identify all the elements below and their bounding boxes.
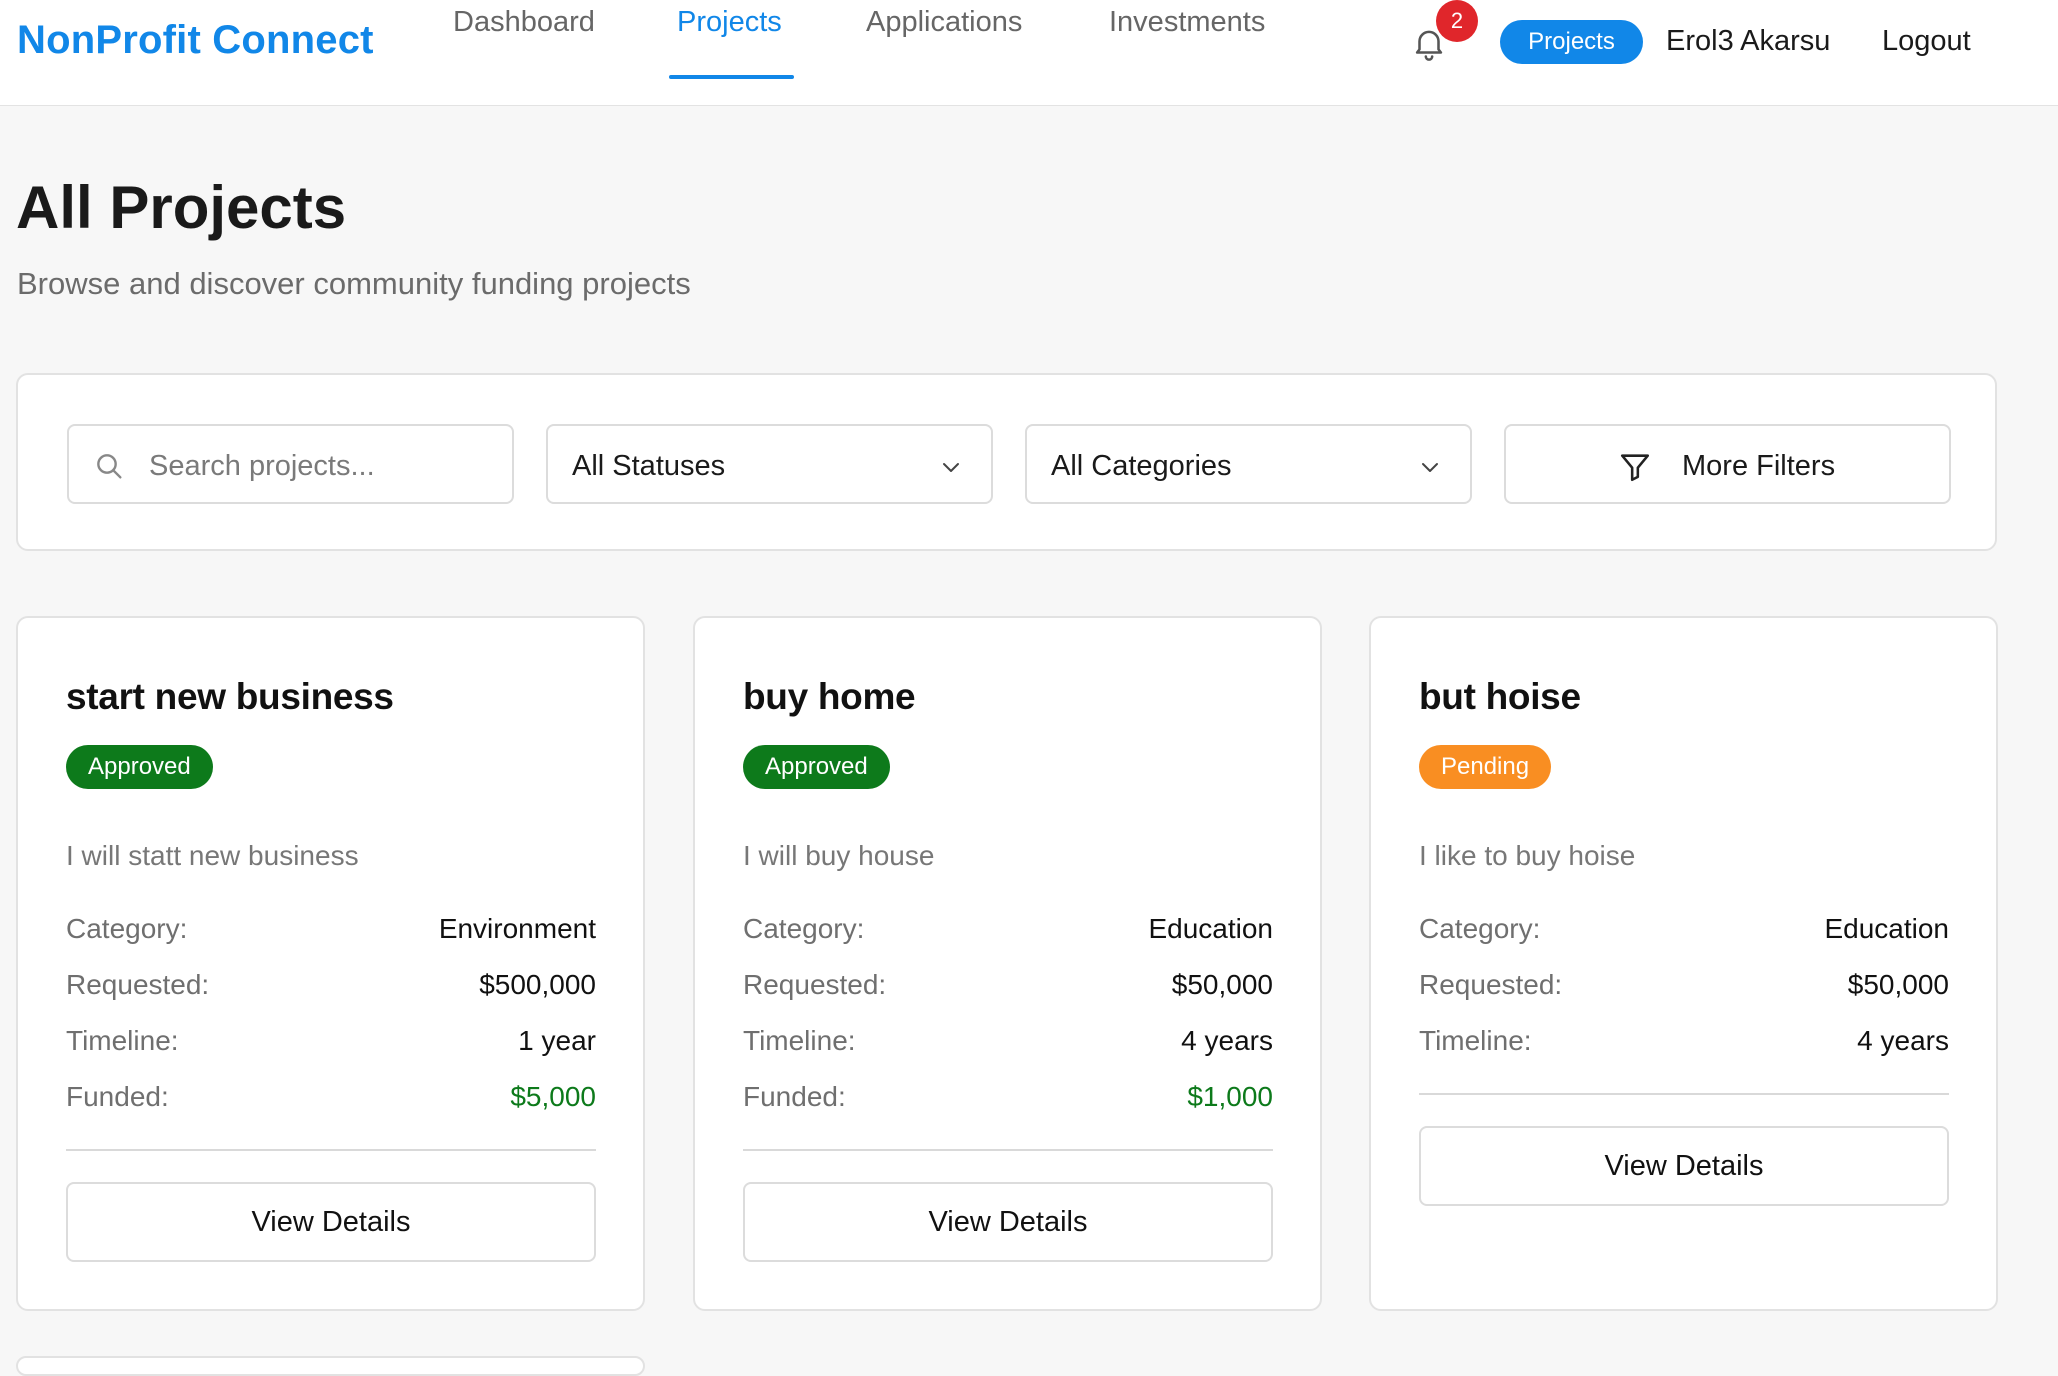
category-row: Category: Education <box>1419 913 1949 953</box>
card-divider <box>66 1149 596 1151</box>
timeline-row: Timeline: 4 years <box>743 1025 1273 1065</box>
nav-dashboard[interactable]: Dashboard <box>453 6 595 39</box>
project-description: I like to buy hoise <box>1419 840 1636 871</box>
status-badge: Pending <box>1419 745 1552 789</box>
view-details-button[interactable]: View Details <box>66 1182 596 1262</box>
requested-row: Requested: $50,000 <box>743 969 1273 1009</box>
requested-row: Requested: $50,000 <box>1419 969 1949 1009</box>
project-card: buy home Approved I will buy house Categ… <box>693 616 1322 1311</box>
category-value: Education <box>1824 913 1949 944</box>
logout-button[interactable]: Logout <box>1882 25 1971 58</box>
requested-label: Requested: <box>743 969 887 1000</box>
timeline-value: 1 year <box>518 1025 596 1056</box>
category-value: Education <box>1148 913 1273 944</box>
timeline-row: Timeline: 1 year <box>66 1025 596 1065</box>
notification-count-badge: 2 <box>1436 0 1478 42</box>
project-title[interactable]: buy home <box>743 676 916 718</box>
timeline-value: 4 years <box>1181 1025 1273 1056</box>
view-details-button[interactable]: View Details <box>1419 1126 1949 1206</box>
card-divider <box>743 1149 1273 1151</box>
funded-row: Funded: $5,000 <box>66 1081 596 1121</box>
filter-panel: Search projects... All Statuses All Cate… <box>16 373 1997 551</box>
category-row: Category: Education <box>743 913 1273 953</box>
category-value: Environment <box>438 913 596 944</box>
project-description: I will statt new business <box>66 840 359 871</box>
card-divider <box>1419 1093 1949 1095</box>
funded-row: Funded: $1,000 <box>743 1081 1273 1121</box>
project-card: start new business Approved I will statt… <box>16 616 645 1311</box>
nav-active-indicator <box>669 75 794 79</box>
category-label: Category: <box>66 913 188 944</box>
category-label: Category: <box>743 913 865 944</box>
project-description: I will buy house <box>743 840 935 871</box>
projects-pill-button[interactable]: Projects <box>1500 20 1643 64</box>
requested-value: $50,000 <box>1847 969 1949 1000</box>
brand-logo[interactable]: NonProfit Connect <box>17 18 374 63</box>
timeline-label: Timeline: <box>1419 1025 1532 1056</box>
search-icon <box>93 450 125 482</box>
requested-label: Requested: <box>1419 969 1563 1000</box>
funded-value: $1,000 <box>1187 1081 1273 1112</box>
requested-value: $500,000 <box>479 969 596 1000</box>
nav-projects[interactable]: Projects <box>677 6 782 39</box>
nav-applications[interactable]: Applications <box>866 6 1022 39</box>
view-details-button[interactable]: View Details <box>743 1182 1273 1262</box>
category-row: Category: Environment <box>66 913 596 953</box>
category-label: Category: <box>1419 913 1541 944</box>
more-filters-button[interactable]: More Filters <box>1504 424 1951 504</box>
timeline-row: Timeline: 4 years <box>1419 1025 1949 1065</box>
search-input[interactable]: Search projects... <box>67 424 514 504</box>
timeline-value: 4 years <box>1857 1025 1949 1056</box>
timeline-label: Timeline: <box>66 1025 179 1056</box>
chevron-down-icon <box>1418 454 1442 478</box>
status-select-value: All Statuses <box>572 450 726 482</box>
funded-label: Funded: <box>66 1081 169 1112</box>
chevron-down-icon <box>939 454 963 478</box>
project-card: but hoise Pending I like to buy hoise Ca… <box>1369 616 1998 1311</box>
status-select[interactable]: All Statuses <box>546 424 993 504</box>
top-navigation-bar: NonProfit Connect Dashboard Projects App… <box>0 0 2058 106</box>
nav-investments[interactable]: Investments <box>1109 6 1265 39</box>
status-badge: Approved <box>743 745 890 789</box>
page-subtitle: Browse and discover community funding pr… <box>17 266 691 301</box>
funded-value: $5,000 <box>510 1081 596 1112</box>
status-badge: Approved <box>66 745 213 789</box>
project-title[interactable]: start new business <box>66 676 394 718</box>
timeline-label: Timeline: <box>743 1025 856 1056</box>
funded-label: Funded: <box>743 1081 846 1112</box>
requested-value: $50,000 <box>1171 969 1273 1000</box>
project-card-partial <box>16 1356 645 1376</box>
requested-label: Requested: <box>66 969 210 1000</box>
user-name[interactable]: Erol3 Akarsu <box>1666 25 1830 58</box>
more-filters-label: More Filters <box>1682 450 1836 482</box>
requested-row: Requested: $500,000 <box>66 969 596 1009</box>
filter-funnel-icon <box>1618 450 1652 484</box>
page-title: All Projects <box>16 174 347 241</box>
category-select-value: All Categories <box>1051 450 1232 482</box>
category-select[interactable]: All Categories <box>1025 424 1472 504</box>
project-title[interactable]: but hoise <box>1419 676 1581 718</box>
search-placeholder: Search projects... <box>149 450 375 482</box>
